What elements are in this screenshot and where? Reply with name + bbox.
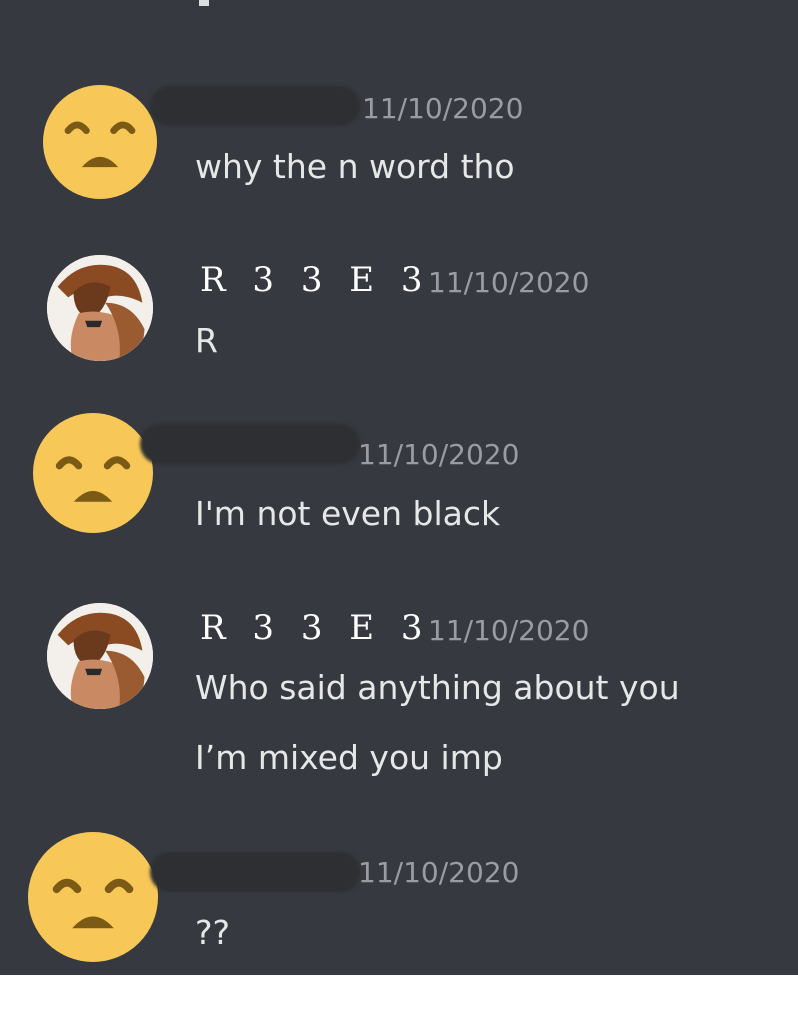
message-text: R <box>195 321 218 360</box>
sad-face-emoji-icon[interactable] <box>43 85 157 199</box>
message-text: ?? <box>195 913 231 952</box>
bottom-border <box>0 975 798 1024</box>
message-text: Who said anything about you <box>195 668 680 707</box>
username[interactable]: R 3 3 E 3 <box>200 260 431 300</box>
timestamp: 11/10/2020 <box>428 266 590 299</box>
timestamp: 11/10/2020 <box>358 438 520 471</box>
chat-message-list: 11/10/2020 why the n word tho R 3 3 E 3 … <box>0 0 798 975</box>
user-avatar[interactable] <box>47 255 153 361</box>
username[interactable]: R 3 3 E 3 <box>200 608 431 648</box>
user-avatar[interactable] <box>47 603 153 709</box>
redacted-username <box>150 86 360 126</box>
message-text: I'm not even black <box>195 494 501 533</box>
message-text: I’m mixed you imp <box>195 738 503 777</box>
message-text: why the n word tho <box>195 147 515 186</box>
redacted-username <box>140 424 360 464</box>
sad-face-emoji-icon[interactable] <box>28 832 158 962</box>
timestamp: 11/10/2020 <box>362 92 524 125</box>
timestamp: 11/10/2020 <box>428 614 590 647</box>
timestamp: 11/10/2020 <box>358 856 520 889</box>
redacted-username <box>150 852 360 892</box>
cropped-text-fragment <box>199 0 209 6</box>
sad-face-emoji-icon[interactable] <box>33 413 153 533</box>
